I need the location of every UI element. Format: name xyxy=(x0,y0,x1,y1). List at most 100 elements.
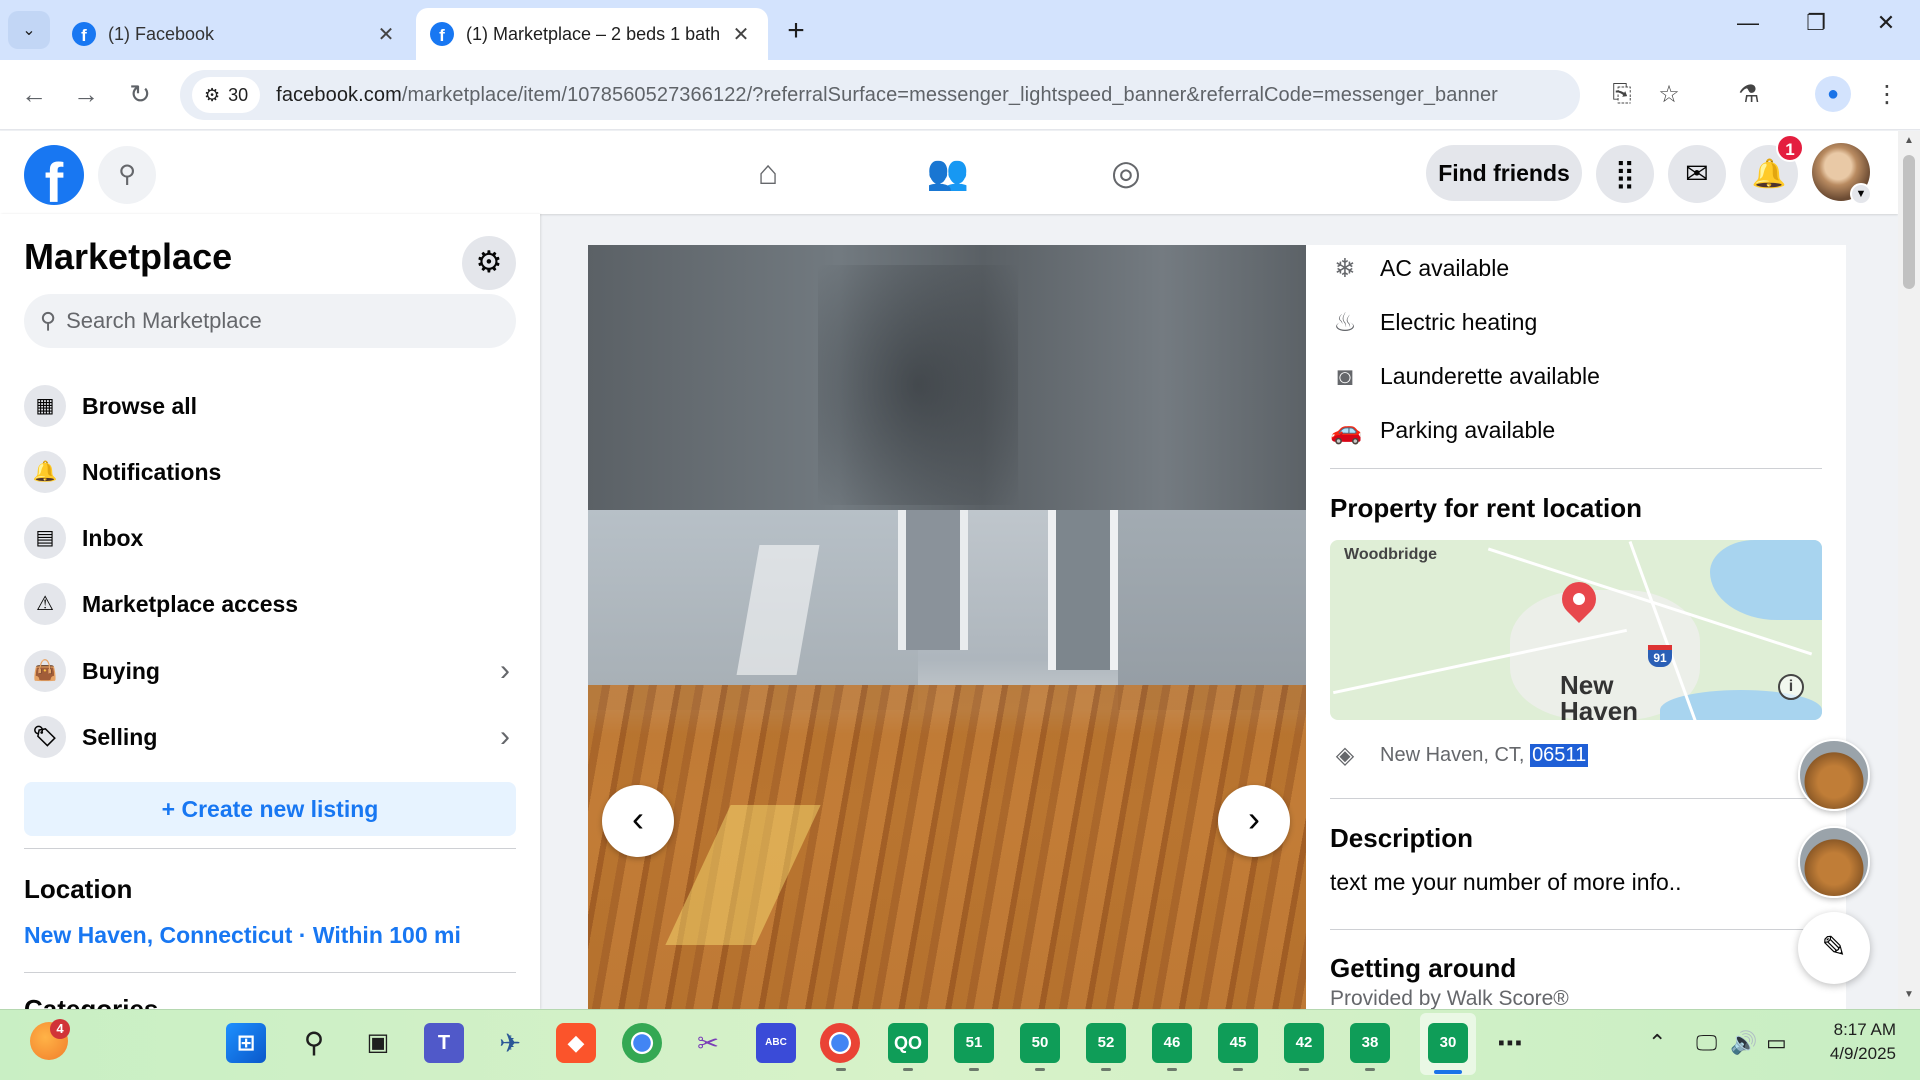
page-scrollbar[interactable]: ▲ ▼ xyxy=(1898,131,1920,1009)
chrome-profile-icon[interactable]: ● xyxy=(1815,76,1851,112)
taskbar-search-icon[interactable]: ⚲ xyxy=(294,1023,334,1063)
bookmark-star-icon[interactable]: ☆ xyxy=(1652,80,1686,109)
map-info-icon[interactable]: i xyxy=(1778,674,1804,700)
running-indicator xyxy=(903,1068,913,1071)
chat-head-avatar[interactable] xyxy=(1798,739,1870,811)
chevron-down-icon[interactable]: ▼ xyxy=(1850,183,1872,205)
sidebar-item-browse-all[interactable]: ▦ Browse all xyxy=(24,379,516,433)
previous-photo-button[interactable]: ‹ xyxy=(602,785,674,857)
teams-icon[interactable]: T xyxy=(424,1023,464,1063)
listing-photo[interactable] xyxy=(588,245,1306,1009)
next-photo-button[interactable]: › xyxy=(1218,785,1290,857)
walk-score-credit: Provided by Walk Score® xyxy=(1330,987,1569,1009)
create-listing-label: Create new listing xyxy=(181,796,379,822)
search-icon: ⚲ xyxy=(118,161,136,188)
running-indicator xyxy=(1035,1068,1045,1071)
close-window-button[interactable]: ✕ xyxy=(1856,10,1916,36)
restore-button[interactable]: ❐ xyxy=(1786,10,1846,36)
groups-nav-icon[interactable]: ◎ xyxy=(1096,147,1156,199)
tab-search-button[interactable]: ⌄ xyxy=(8,11,50,49)
warning-icon: ⚠ xyxy=(24,583,66,625)
sidebar-item-label: Notifications xyxy=(82,458,222,485)
snowflake-icon: ❄ xyxy=(1334,252,1356,283)
marketplace-search-input[interactable]: ⚲ Search Marketplace xyxy=(24,294,516,348)
description-heading: Description xyxy=(1330,823,1474,853)
tab-facebook[interactable]: f (1) Facebook ✕ xyxy=(58,8,413,60)
sidebar-item-selling[interactable]: 🏷 Selling › xyxy=(24,710,516,764)
brave-browser-icon[interactable]: ◆ xyxy=(556,1023,596,1063)
location-map[interactable]: Woodbridge New Haven 91 i xyxy=(1330,540,1822,720)
chrome-menu-icon[interactable]: ⋮ xyxy=(1870,80,1904,109)
sidebar-item-notifications[interactable]: 🔔 Notifications xyxy=(24,445,516,499)
taskbar-app-38[interactable]: 38 xyxy=(1350,1023,1390,1063)
new-message-compose-icon[interactable]: ✎ xyxy=(1798,912,1870,984)
back-button[interactable]: ← xyxy=(14,74,54,114)
minimize-button[interactable]: — xyxy=(1718,10,1778,36)
location-filter-link[interactable]: New Haven, Connecticut · Within 100 mi xyxy=(24,922,461,949)
taskbar-app-45[interactable]: 45 xyxy=(1218,1023,1258,1063)
chevron-right-icon: › xyxy=(500,720,510,753)
photo-doorway xyxy=(898,510,968,650)
scroll-up-arrow-icon[interactable]: ▲ xyxy=(1898,135,1920,146)
taskbar-app-52[interactable]: 52 xyxy=(1086,1023,1126,1063)
highway-shield: 91 xyxy=(1648,645,1672,667)
chrome-profile-icon[interactable] xyxy=(820,1023,860,1063)
app-icon[interactable]: ✈ xyxy=(490,1023,530,1063)
running-indicator xyxy=(1233,1068,1243,1071)
scrollbar-thumb[interactable] xyxy=(1903,155,1915,289)
home-nav-icon[interactable]: ⌂ xyxy=(738,147,798,199)
find-friends-button[interactable]: Find friends xyxy=(1426,145,1582,201)
volume-icon[interactable]: 🔊 xyxy=(1730,1030,1757,1056)
facebook-search-button[interactable]: ⚲ xyxy=(98,146,156,204)
heating-icon: ♨ xyxy=(1333,306,1357,337)
new-tab-button[interactable]: + xyxy=(780,14,812,48)
amenity-label: AC available xyxy=(1380,254,1510,281)
labs-flask-icon[interactable]: ⚗ xyxy=(1732,80,1766,109)
windows-start-icon[interactable]: ⊞ xyxy=(226,1023,266,1063)
create-new-listing-button[interactable]: + Create new listing xyxy=(24,782,516,836)
battery-icon[interactable]: ▭ xyxy=(1766,1030,1787,1056)
browser-toolbar: ← → ↻ ⚙ 30 facebook.com/marketplace/item… xyxy=(0,60,1920,130)
map-label-town: Woodbridge xyxy=(1344,546,1438,563)
taskbar-app-30[interactable]: 30 xyxy=(1428,1023,1468,1063)
facebook-header: f ⚲ ⌂ 👥 ◎ Find friends ⣿ ✉ 🔔 xyxy=(0,131,1898,214)
more-apps-icon[interactable]: ⋯ xyxy=(1490,1023,1530,1063)
settings-gear-icon[interactable]: ⚙ xyxy=(462,236,516,290)
sidebar-item-label: Buying xyxy=(82,657,160,684)
address-bar[interactable]: ⚙ 30 facebook.com/marketplace/item/10785… xyxy=(180,70,1680,120)
menu-grid-icon[interactable]: ⣿ xyxy=(1596,145,1654,203)
url-host: facebook.com xyxy=(276,83,402,106)
task-view-icon[interactable]: ▣ xyxy=(358,1023,398,1063)
app-icon[interactable]: QO xyxy=(888,1023,928,1063)
map-water xyxy=(1710,540,1822,620)
taskbar-app-42[interactable]: 42 xyxy=(1284,1023,1324,1063)
messenger-icon[interactable]: ✉ xyxy=(1668,145,1726,203)
chat-head-avatar[interactable] xyxy=(1798,826,1870,898)
sidebar-item-buying[interactable]: 👜 Buying › xyxy=(24,644,516,698)
scroll-down-arrow-icon[interactable]: ▼ xyxy=(1898,989,1920,1000)
network-icon[interactable]: 🖵 xyxy=(1696,1030,1717,1056)
chrome-icon[interactable] xyxy=(622,1023,662,1063)
close-tab-icon[interactable]: ✕ xyxy=(728,22,754,47)
taskbar-app-51[interactable]: 51 xyxy=(954,1023,994,1063)
taskbar-app-46[interactable]: 46 xyxy=(1152,1023,1192,1063)
taskbar-app-50[interactable]: 50 xyxy=(1020,1023,1060,1063)
site-settings-count: 30 xyxy=(228,84,249,105)
install-app-icon[interactable]: ⎘ xyxy=(1605,80,1639,108)
sidebar-item-inbox[interactable]: ▤ Inbox xyxy=(24,511,516,565)
chevron-up-icon[interactable]: ⌃ xyxy=(1648,1030,1666,1056)
facebook-logo-icon[interactable]: f xyxy=(24,145,84,205)
abc-proxy-icon[interactable]: ABC xyxy=(756,1023,796,1063)
tab-marketplace[interactable]: f (1) Marketplace – 2 beds 1 bath ✕ xyxy=(416,8,768,60)
sidebar-item-marketplace-access[interactable]: ⚠ Marketplace access xyxy=(24,577,516,631)
close-tab-icon[interactable]: ✕ xyxy=(373,22,399,47)
url-text[interactable]: facebook.com/marketplace/item/1078560527… xyxy=(276,84,1498,107)
marketplace-sidebar: Marketplace ⚙ ⚲ Search Marketplace ▦ Bro… xyxy=(0,214,540,1009)
reload-button[interactable]: ↻ xyxy=(120,74,160,114)
address-text: New Haven, CT, xyxy=(1380,743,1525,766)
system-clock[interactable]: 8:17 AM 4/9/2025 xyxy=(1800,1018,1896,1066)
friends-nav-icon[interactable]: 👥 xyxy=(918,147,978,199)
snipping-tool-icon[interactable]: ✂ xyxy=(688,1023,728,1063)
forward-button[interactable]: → xyxy=(66,74,106,114)
site-settings-chip[interactable]: ⚙ 30 xyxy=(192,77,261,113)
